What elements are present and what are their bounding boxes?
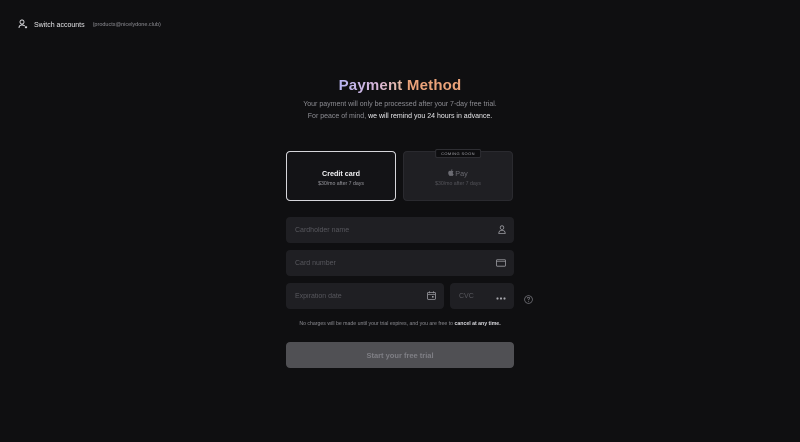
credit-card-title: Credit card xyxy=(322,169,360,178)
card-number-field xyxy=(286,250,514,276)
page-title-part2: Method xyxy=(406,77,462,94)
credit-card-option[interactable]: Credit card $30/mo after 7 days xyxy=(286,151,396,201)
page-subtitle: Your payment will only be processed afte… xyxy=(0,99,800,123)
subtitle-line2: For peace of mind, we will remind you 24… xyxy=(0,111,800,123)
apple-pay-title: Pay xyxy=(404,169,512,178)
account-email: (products@nicelydone.club) xyxy=(92,22,161,28)
credit-card-price: $30/mo after 7 days xyxy=(318,181,364,187)
help-icon[interactable] xyxy=(524,291,533,304)
cardholder-name-field xyxy=(286,217,514,243)
subtitle-reminder-text: we will remind you 24 hours in advance. xyxy=(368,113,493,120)
subtitle-line1: Your payment will only be processed afte… xyxy=(303,101,497,108)
apple-logo xyxy=(448,169,454,178)
cardholder-name-input[interactable] xyxy=(295,217,455,243)
page-title: Payment Method xyxy=(0,77,800,94)
cancel-anytime-text: cancel at any time. xyxy=(454,321,501,327)
cvc-field xyxy=(450,283,514,309)
user-icon xyxy=(18,16,28,34)
apple-pay-option[interactable]: COMING SOON Pay $30/mo after 7 days xyxy=(403,149,513,201)
card-number-input[interactable] xyxy=(295,250,455,276)
cancellation-notice: No charges will be made until your trial… xyxy=(0,321,800,327)
page-title-part1: Payment xyxy=(338,77,403,94)
calendar-icon[interactable] xyxy=(427,287,436,305)
start-free-trial-button[interactable]: Start your free trial xyxy=(286,342,514,368)
expiration-date-input[interactable] xyxy=(295,283,406,309)
card-icon xyxy=(496,254,506,272)
notice-text: No charges will be made until your trial… xyxy=(299,321,455,327)
coming-soon-badge: COMING SOON xyxy=(435,149,481,158)
apple-pay-label: Pay xyxy=(455,169,468,178)
switch-accounts-label: Switch accounts xyxy=(34,21,85,29)
apple-pay-price: $30/mo after 7 days xyxy=(435,181,481,187)
dots-icon xyxy=(496,287,506,305)
expiration-date-field xyxy=(286,283,444,309)
switch-accounts-link[interactable]: Switch accounts (products@nicelydone.clu… xyxy=(18,16,161,34)
cvc-input[interactable] xyxy=(459,283,495,309)
person-icon xyxy=(498,221,506,239)
subtitle-line2-prefix: For peace of mind, xyxy=(307,113,369,120)
